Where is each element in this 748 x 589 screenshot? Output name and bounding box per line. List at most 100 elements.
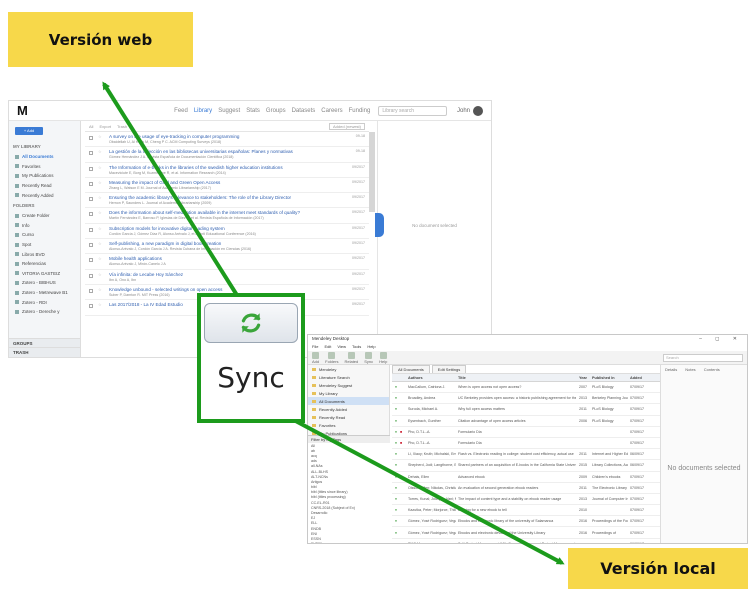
table-row[interactable]: ● Suroda, Michael A. Why full open access … bbox=[392, 404, 660, 416]
star-icon[interactable]: ☆ bbox=[98, 210, 104, 215]
sidebar-folder[interactable]: Info bbox=[9, 221, 80, 231]
sidebar-item[interactable]: My Publications bbox=[9, 171, 80, 181]
document-title[interactable]: Ensuring the academic library's relevanc… bbox=[109, 195, 342, 200]
table-row[interactable]: ● PMC Manage Split Project Management With… bbox=[392, 539, 660, 543]
table-row[interactable]: ☆ Measuring the impact of Gold and Green … bbox=[85, 178, 369, 194]
star-icon[interactable]: ☆ bbox=[98, 195, 104, 200]
detail-tab-details[interactable]: Details bbox=[665, 367, 677, 372]
star-icon[interactable]: ☆ bbox=[98, 180, 104, 185]
sidebar-folder[interactable]: Zotero - Metrewave B1 bbox=[9, 288, 80, 298]
tab-1[interactable]: Edit Settings bbox=[431, 365, 467, 373]
column-header[interactable]: Authors bbox=[406, 376, 456, 380]
toolbar-related-button[interactable]: Related bbox=[344, 351, 358, 364]
sidebar-folder[interactable]: Zotero - RDI bbox=[9, 297, 80, 307]
sidebar-item[interactable]: My Library bbox=[308, 389, 389, 397]
row-checkbox[interactable] bbox=[89, 212, 93, 217]
table-row[interactable]: ● Dehais, Ellen Advanced ebook 2009 Children… bbox=[392, 472, 660, 483]
export-button[interactable]: Export bbox=[99, 124, 111, 129]
web-user-menu[interactable]: John bbox=[457, 105, 483, 116]
menu-tools[interactable]: Tools bbox=[352, 344, 361, 351]
row-checkbox[interactable] bbox=[89, 166, 93, 171]
row-checkbox[interactable] bbox=[89, 273, 93, 278]
star-icon[interactable]: ☆ bbox=[98, 149, 104, 154]
row-checkbox[interactable] bbox=[89, 304, 93, 309]
tag-item[interactable]: FUT30 bbox=[308, 542, 390, 543]
row-checkbox[interactable] bbox=[89, 243, 93, 248]
sidebar-item[interactable]: Recently Added bbox=[9, 190, 80, 200]
sync-button[interactable] bbox=[204, 303, 298, 343]
table-row[interactable]: ☆ Self-publishing, a new paradigm in digi… bbox=[85, 239, 369, 255]
sort-dropdown[interactable]: Added (newest) bbox=[328, 122, 365, 130]
sidebar-folder[interactable]: Zotero - Dereche y bbox=[9, 307, 80, 317]
web-nav-feed[interactable]: Feed bbox=[174, 108, 188, 114]
sidebar-item[interactable]: All Documents bbox=[308, 397, 389, 405]
toolbar-folders-button[interactable]: Folders bbox=[325, 351, 338, 364]
column-header[interactable]: Published In bbox=[590, 376, 628, 380]
table-row[interactable]: ☆ La gestión de la colección en las bibli… bbox=[85, 147, 369, 163]
table-row[interactable]: ☆ Does the information about self-medicat… bbox=[85, 208, 369, 224]
document-title[interactable]: La gestión de la colección en las biblio… bbox=[109, 149, 342, 154]
sidebar-item[interactable]: Recently Added bbox=[308, 405, 389, 413]
table-row[interactable]: ☆ Mobile health applications Alonso-Aréval… bbox=[85, 254, 369, 270]
star-icon[interactable]: ☆ bbox=[98, 134, 104, 139]
document-title[interactable]: Does the information about self-medicati… bbox=[109, 210, 342, 215]
add-button[interactable]: + Add bbox=[15, 127, 43, 135]
sidebar-folder[interactable]: Curso bbox=[9, 230, 80, 240]
table-row[interactable]: ● Li, Xiaoy; Kruth; Michalski, Emi; Finke… bbox=[392, 449, 660, 461]
web-library-search-input[interactable]: Library search bbox=[378, 105, 447, 116]
star-icon[interactable]: ☆ bbox=[98, 287, 104, 292]
desktop-search-input[interactable]: Search bbox=[663, 353, 743, 362]
sidebar-folder[interactable]: Create Folder bbox=[9, 211, 80, 221]
sidebar-item[interactable]: All Documents bbox=[9, 152, 80, 162]
row-checkbox[interactable] bbox=[89, 181, 93, 186]
document-title[interactable]: Measuring the impact of Gold and Green O… bbox=[109, 180, 342, 185]
table-row[interactable]: ☆ Ensuring the academic library's relevan… bbox=[85, 193, 369, 209]
menu-file[interactable]: File bbox=[312, 344, 318, 351]
sidebar-item[interactable]: Mendeley bbox=[308, 365, 389, 373]
table-row[interactable]: ☆ Vía infinita: de Lecabe Hoy Sánchez Ibn … bbox=[85, 270, 369, 285]
sidebar-folder[interactable]: Zotero - BIBHUS bbox=[9, 278, 80, 288]
sidebar-folder[interactable]: Referencias bbox=[9, 259, 80, 269]
detail-tab-contents[interactable]: Contents bbox=[704, 367, 720, 372]
sidebar-item[interactable]: Recently Read bbox=[308, 413, 389, 421]
table-row[interactable]: ☆ A survey on the usage of eye-tracking i… bbox=[85, 132, 369, 148]
table-row[interactable]: ● ■ Pho, D.T.L.-A. Formulario Dia 07/09/17 bbox=[392, 438, 660, 450]
row-checkbox[interactable] bbox=[89, 227, 93, 232]
star-icon[interactable]: ☆ bbox=[98, 165, 104, 170]
web-detail-toggle-tab[interactable] bbox=[375, 213, 384, 237]
sidebar-item[interactable]: Mendeley Suggest bbox=[308, 381, 389, 389]
sidebar-item[interactable]: Favorites bbox=[308, 421, 389, 429]
row-checkbox[interactable] bbox=[89, 288, 93, 293]
select-all-checkbox[interactable]: All bbox=[89, 124, 93, 129]
sidebar-item[interactable]: Favorites bbox=[9, 162, 80, 172]
web-list-scrollbar[interactable] bbox=[369, 132, 375, 212]
document-title[interactable]: Subscription models for innovative digit… bbox=[109, 226, 342, 231]
document-title[interactable]: A survey on the usage of eye-tracking in… bbox=[109, 134, 342, 139]
menu-edit[interactable]: Edit bbox=[324, 344, 331, 351]
star-icon[interactable]: ☆ bbox=[98, 272, 104, 277]
row-checkbox[interactable] bbox=[89, 136, 93, 140]
column-header[interactable]: Added bbox=[628, 376, 658, 380]
tab-0[interactable]: All Documents bbox=[392, 365, 430, 373]
web-nav-suggest[interactable]: Suggest bbox=[218, 108, 240, 114]
table-row[interactable]: ● Olsson, Ellen; Nikolas, Christian An eva… bbox=[392, 483, 660, 494]
sidebar-folder[interactable]: VITORIA GASTEIZ bbox=[9, 269, 80, 279]
star-icon[interactable]: ☆ bbox=[98, 241, 104, 246]
document-title[interactable]: Vía infinita: de Lecabe Hoy Sánchez bbox=[109, 272, 342, 277]
table-row[interactable]: ● Eysenbach, Gunther Citation advantage of… bbox=[392, 416, 660, 427]
table-row[interactable]: ● MacCallum, Catriona J. When is open acce… bbox=[392, 382, 660, 394]
row-checkbox[interactable] bbox=[89, 258, 93, 263]
trash-button[interactable]: Trash bbox=[117, 124, 127, 129]
table-row[interactable]: ● Kazutka, Peter; Morjorce, Thilo Looking … bbox=[392, 505, 660, 517]
document-title[interactable]: Knowledge unbound - selected writings on… bbox=[109, 287, 342, 292]
column-header[interactable]: Year bbox=[576, 376, 590, 380]
document-title[interactable]: Mobile health applications bbox=[109, 256, 342, 261]
document-title[interactable]: Self-publishing, a new paradigm in digit… bbox=[109, 241, 342, 246]
document-title[interactable]: The Information of e-books in the librar… bbox=[109, 165, 342, 170]
star-icon[interactable]: ☆ bbox=[98, 302, 104, 307]
table-row[interactable]: ● ■ Pho, D.T.L.-A. Formulario Dia 07/09/17 bbox=[392, 427, 660, 438]
toolbar-add-button[interactable]: Add bbox=[312, 351, 319, 364]
window-controls[interactable]: – ◻ ✕ bbox=[699, 336, 743, 343]
table-row[interactable]: ● Gómez, Yosé Rodríguez; Vega, Moulders R… bbox=[392, 527, 660, 539]
sidebar-folder[interactable]: Libros BVD bbox=[9, 249, 80, 259]
